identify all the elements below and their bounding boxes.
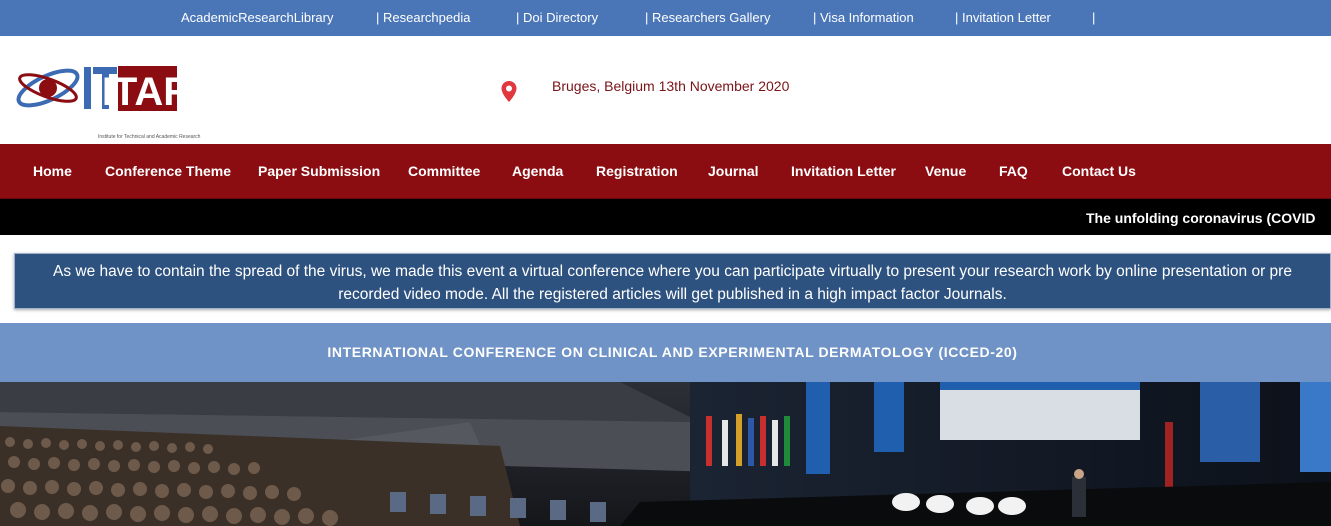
- top-link-visa-information[interactable]: | Visa Information: [813, 10, 914, 25]
- nav-venue[interactable]: Venue: [925, 163, 966, 179]
- nav-paper-submission[interactable]: Paper Submission: [258, 163, 380, 179]
- main-nav: Home Conference Theme Paper Submission C…: [0, 144, 1331, 199]
- auditorium-photo: [0, 382, 1331, 526]
- news-ticker: The unfolding coronavirus (COVID: [0, 199, 1331, 235]
- site-header: ITAR Institute for Technical and Academi…: [0, 36, 1331, 144]
- hero-conference-photo: [0, 382, 1331, 526]
- conference-title: INTERNATIONAL CONFERENCE ON CLINICAL AND…: [327, 344, 1018, 360]
- top-link-invitation-letter[interactable]: | Invitation Letter: [955, 10, 1051, 25]
- top-link-researchpedia[interactable]: | Researchpedia: [376, 10, 470, 25]
- conference-title-band: INTERNATIONAL CONFERENCE ON CLINICAL AND…: [0, 323, 1331, 382]
- event-location-date: Bruges, Belgium 13th November 2020: [552, 78, 790, 94]
- nav-conference-theme[interactable]: Conference Theme: [105, 163, 231, 179]
- notice-text: As we have to contain the spread of the …: [53, 263, 1292, 303]
- logo-tagline: Institute for Technical and Academic Res…: [98, 134, 201, 140]
- top-link-bar: AcademicResearchLibrary | Researchpedia …: [0, 0, 1331, 36]
- nav-committee[interactable]: Committee: [408, 163, 480, 179]
- nav-invitation-letter[interactable]: Invitation Letter: [791, 163, 896, 179]
- location-pin-icon: [500, 80, 518, 104]
- logo-text: ITAR: [102, 70, 184, 114]
- nav-agenda[interactable]: Agenda: [512, 163, 563, 179]
- virtual-conference-notice: As we have to contain the spread of the …: [14, 253, 1331, 309]
- top-link-researchers-gallery[interactable]: | Researchers Gallery: [645, 10, 770, 25]
- nav-home[interactable]: Home: [33, 163, 72, 179]
- top-link-doi-directory[interactable]: | Doi Directory: [516, 10, 598, 25]
- nav-registration[interactable]: Registration: [596, 163, 678, 179]
- nav-contact-us[interactable]: Contact Us: [1062, 163, 1136, 179]
- top-link-academic-research-library[interactable]: AcademicResearchLibrary: [181, 10, 333, 25]
- itar-logo-graphic: ITAR: [16, 66, 192, 114]
- top-link-separator: |: [1092, 10, 1096, 25]
- nav-journal[interactable]: Journal: [708, 163, 759, 179]
- itar-logo[interactable]: ITAR Institute for Technical and Academi…: [14, 58, 200, 140]
- ticker-text[interactable]: The unfolding coronavirus (COVID: [1086, 210, 1315, 226]
- nav-faq[interactable]: FAQ: [999, 163, 1028, 179]
